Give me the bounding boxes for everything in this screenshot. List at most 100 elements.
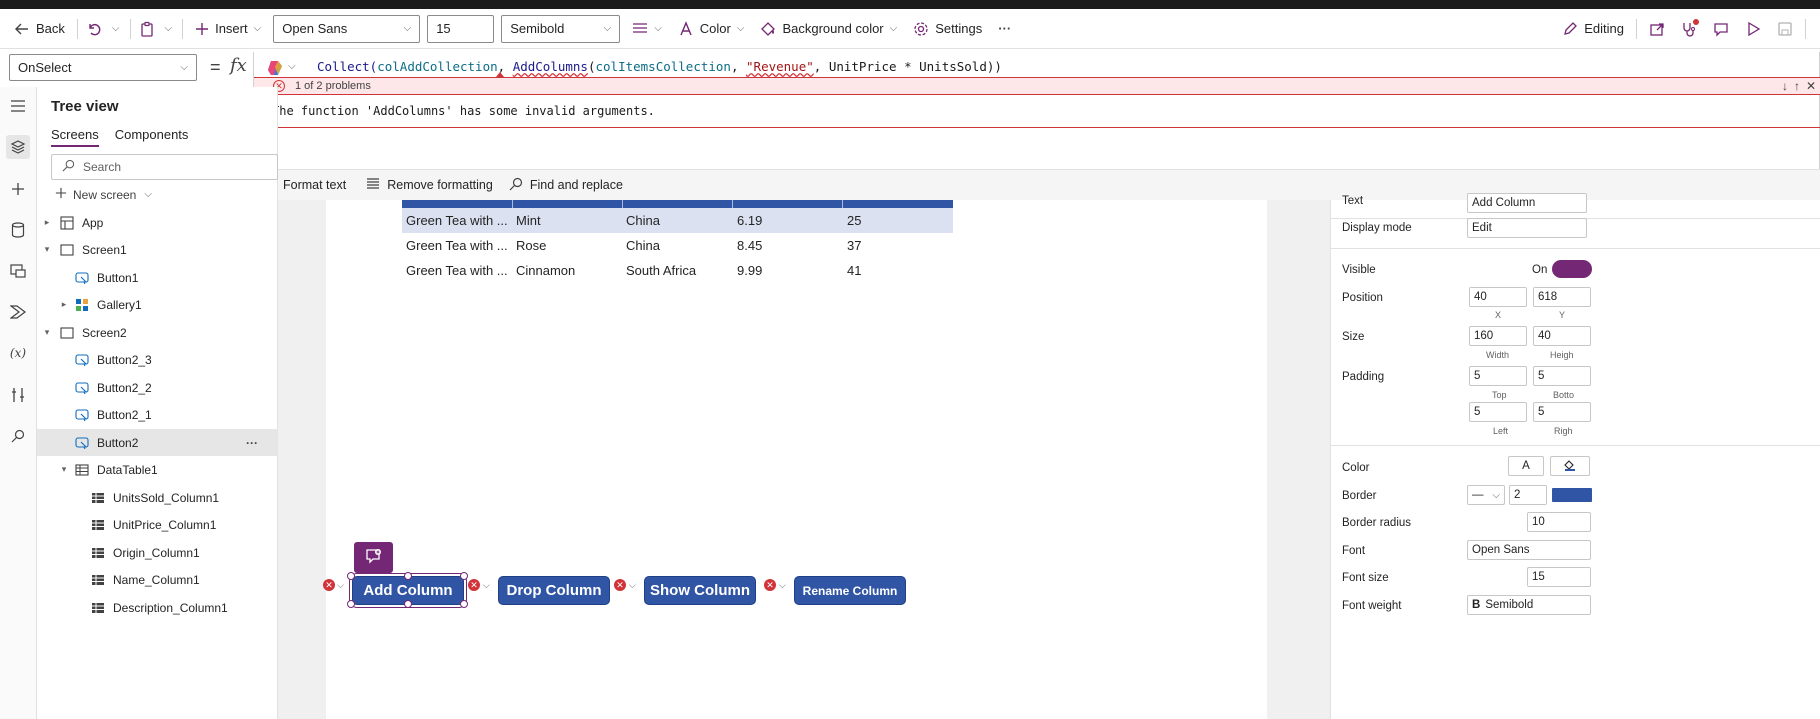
tree-item-unitssold-column1[interactable]: UnitsSold_Column1: [37, 484, 278, 511]
paste-chevron-down-icon[interactable]: ⌵: [159, 23, 179, 34]
fill-color-picker[interactable]: [1550, 456, 1590, 476]
font-family-select[interactable]: Open Sans ⌵: [273, 14, 421, 43]
tree-item-origin-column1[interactable]: Origin_Column1: [37, 539, 278, 566]
hamburger-menu-icon[interactable]: [6, 94, 30, 118]
error-badge-icon[interactable]: ✕: [468, 579, 480, 591]
tree-item-unitprice-column1[interactable]: UnitPrice_Column1: [37, 511, 278, 538]
new-screen-button[interactable]: New screen ⌵: [55, 187, 152, 202]
media-icon[interactable]: [6, 259, 30, 283]
font-size-input[interactable]: 15: [427, 14, 495, 43]
tree-item-description-column1[interactable]: Description_Column1: [37, 594, 278, 621]
table-row[interactable]: Green Tea with ... Mint China 6.19 25: [402, 208, 953, 233]
chevron-down-icon[interactable]: ⌵: [337, 580, 344, 591]
tree-item-button2-1[interactable]: Button2_1: [37, 401, 278, 428]
show-column-button[interactable]: Show Column: [644, 576, 756, 605]
paste-button[interactable]: [135, 13, 159, 45]
color-button[interactable]: Color ⌵: [670, 13, 753, 45]
font-select[interactable]: Open Sans: [1467, 540, 1591, 560]
more-button[interactable]: ···: [990, 13, 1019, 45]
tree-item-screen1[interactable]: ▾ Screen1: [37, 236, 278, 263]
table-row[interactable]: Green Tea with ... Rose China 8.45 37: [402, 233, 953, 258]
comments-button[interactable]: [1705, 13, 1737, 45]
more-options-icon[interactable]: ···: [246, 436, 258, 450]
table-row[interactable]: Green Tea with ... Cinnamon South Africa…: [402, 258, 953, 283]
padding-top-input[interactable]: 5: [1469, 366, 1527, 386]
tree-item-datatable1[interactable]: ▾ DataTable1: [37, 456, 278, 483]
copilot-icon[interactable]: [266, 59, 284, 77]
resize-handle[interactable]: [460, 600, 468, 608]
formula-text-input[interactable]: Collect(colAddCollection, AddColumns(col…: [317, 59, 1002, 74]
error-badge-icon[interactable]: ✕: [614, 579, 626, 591]
error-badge-icon[interactable]: ✕: [764, 579, 776, 591]
copilot-chevron-down-icon[interactable]: ⌵: [288, 61, 296, 72]
resize-handle[interactable]: [404, 600, 412, 608]
tab-screens[interactable]: Screens: [51, 127, 99, 147]
tree-item-button2-3[interactable]: Button2_3: [37, 346, 278, 373]
insert-button[interactable]: Insert ⌵: [187, 13, 269, 45]
next-problem-icon[interactable]: ↓: [1782, 79, 1788, 93]
chevron-down-icon[interactable]: ▾: [59, 464, 69, 475]
chevron-down-icon[interactable]: ⌵: [629, 580, 636, 591]
tree-item-button1[interactable]: Button1: [37, 264, 278, 291]
data-cylinder-icon[interactable]: [6, 218, 30, 242]
undo-button[interactable]: [82, 13, 106, 45]
tree-item-button2-2[interactable]: Button2_2: [37, 374, 278, 401]
back-button[interactable]: Back: [6, 13, 73, 45]
tree-item-gallery1[interactable]: ▸ Gallery1: [37, 291, 278, 318]
chevron-down-icon[interactable]: ⌵: [483, 580, 490, 591]
visible-toggle[interactable]: [1552, 260, 1592, 278]
padding-right-input[interactable]: 5: [1533, 402, 1591, 422]
settings-button[interactable]: Settings: [905, 13, 990, 45]
chevron-down-icon[interactable]: ⌵: [779, 580, 786, 591]
variables-icon[interactable]: (x): [6, 341, 30, 365]
text-align-button[interactable]: ⌵: [624, 13, 670, 45]
property-select[interactable]: OnSelect ⌵: [9, 54, 197, 81]
tree-search-input[interactable]: Search: [51, 154, 278, 180]
advanced-tools-icon[interactable]: [6, 383, 30, 407]
border-color-swatch[interactable]: [1552, 488, 1592, 502]
padding-left-input[interactable]: 5: [1469, 402, 1527, 422]
previous-problem-icon[interactable]: ↑: [1794, 79, 1800, 93]
insert-plus-icon[interactable]: [6, 177, 30, 201]
text-input[interactable]: Add Column: [1467, 193, 1587, 213]
preview-button[interactable]: [1737, 13, 1769, 45]
power-automate-icon[interactable]: [6, 300, 30, 324]
app-checker-button[interactable]: [1673, 13, 1705, 45]
add-comment-button[interactable]: [354, 542, 393, 573]
position-x-input[interactable]: 40: [1469, 287, 1527, 307]
tree-item-name-column1[interactable]: Name_Column1: [37, 566, 278, 593]
display-mode-select[interactable]: Edit: [1467, 218, 1587, 238]
position-y-input[interactable]: 618: [1533, 287, 1591, 307]
resize-handle[interactable]: [347, 600, 355, 608]
tab-components[interactable]: Components: [115, 127, 189, 147]
resize-handle[interactable]: [460, 572, 468, 580]
chevron-right-icon[interactable]: ▸: [42, 217, 52, 228]
tree-view-layers-icon[interactable]: [6, 135, 30, 159]
editing-button[interactable]: Editing: [1554, 13, 1632, 45]
remove-formatting-button[interactable]: Remove formatting: [360, 177, 499, 193]
rename-column-button[interactable]: Rename Column: [794, 576, 906, 605]
tree-item-app[interactable]: ▸ App: [37, 209, 278, 236]
text-color-picker[interactable]: A: [1508, 456, 1544, 476]
chevron-down-icon[interactable]: ▾: [42, 327, 52, 338]
resize-handle[interactable]: [347, 572, 355, 580]
share-button[interactable]: [1641, 13, 1673, 45]
app-screen[interactable]: Green Tea with ... Mint China 6.19 25 Gr…: [323, 200, 1267, 719]
border-width-input[interactable]: 2: [1509, 485, 1547, 505]
find-replace-button[interactable]: Find and replace: [503, 177, 629, 194]
font-weight-select[interactable]: B Semibold: [1467, 595, 1591, 615]
save-button[interactable]: [1769, 13, 1801, 45]
border-radius-input[interactable]: 10: [1527, 512, 1591, 532]
tree-item-screen2[interactable]: ▾ Screen2: [37, 319, 278, 346]
resize-handle[interactable]: [404, 572, 412, 580]
border-style-select[interactable]: — ⌵: [1467, 485, 1505, 505]
height-input[interactable]: 40: [1533, 326, 1591, 346]
tree-item-button2[interactable]: Button2 ···: [37, 429, 278, 456]
drop-column-button[interactable]: Drop Column: [498, 576, 610, 605]
chevron-down-icon[interactable]: ▾: [42, 244, 52, 255]
width-input[interactable]: 160: [1469, 326, 1527, 346]
padding-bottom-input[interactable]: 5: [1533, 366, 1591, 386]
font-weight-select[interactable]: Semibold ⌵: [501, 14, 621, 43]
background-color-button[interactable]: Background color ⌵: [752, 13, 905, 45]
chevron-right-icon[interactable]: ▸: [59, 299, 69, 310]
